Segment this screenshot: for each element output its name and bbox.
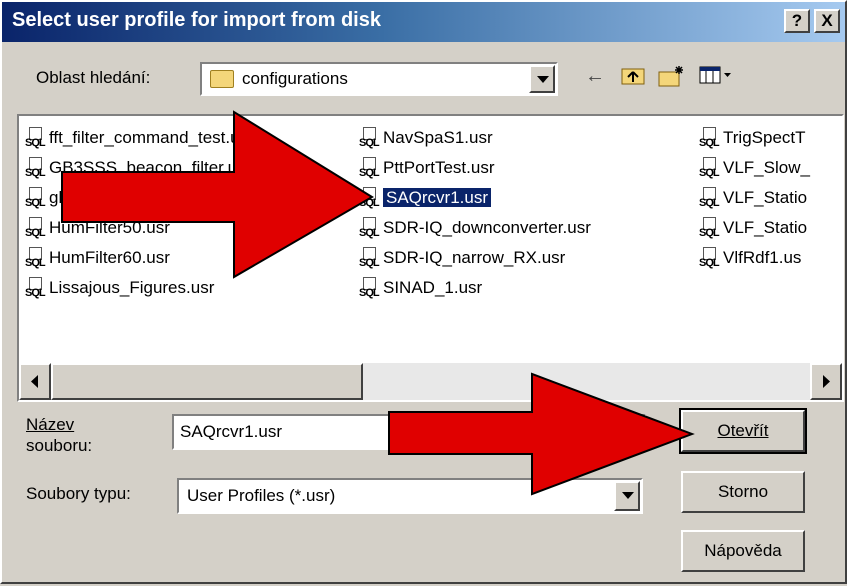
file-dialog: Select user profile for import from disk… — [0, 0, 847, 584]
annotation-arrows — [61, 110, 695, 496]
red-arrow-icon — [61, 110, 374, 279]
red-arrow-icon — [388, 372, 695, 496]
